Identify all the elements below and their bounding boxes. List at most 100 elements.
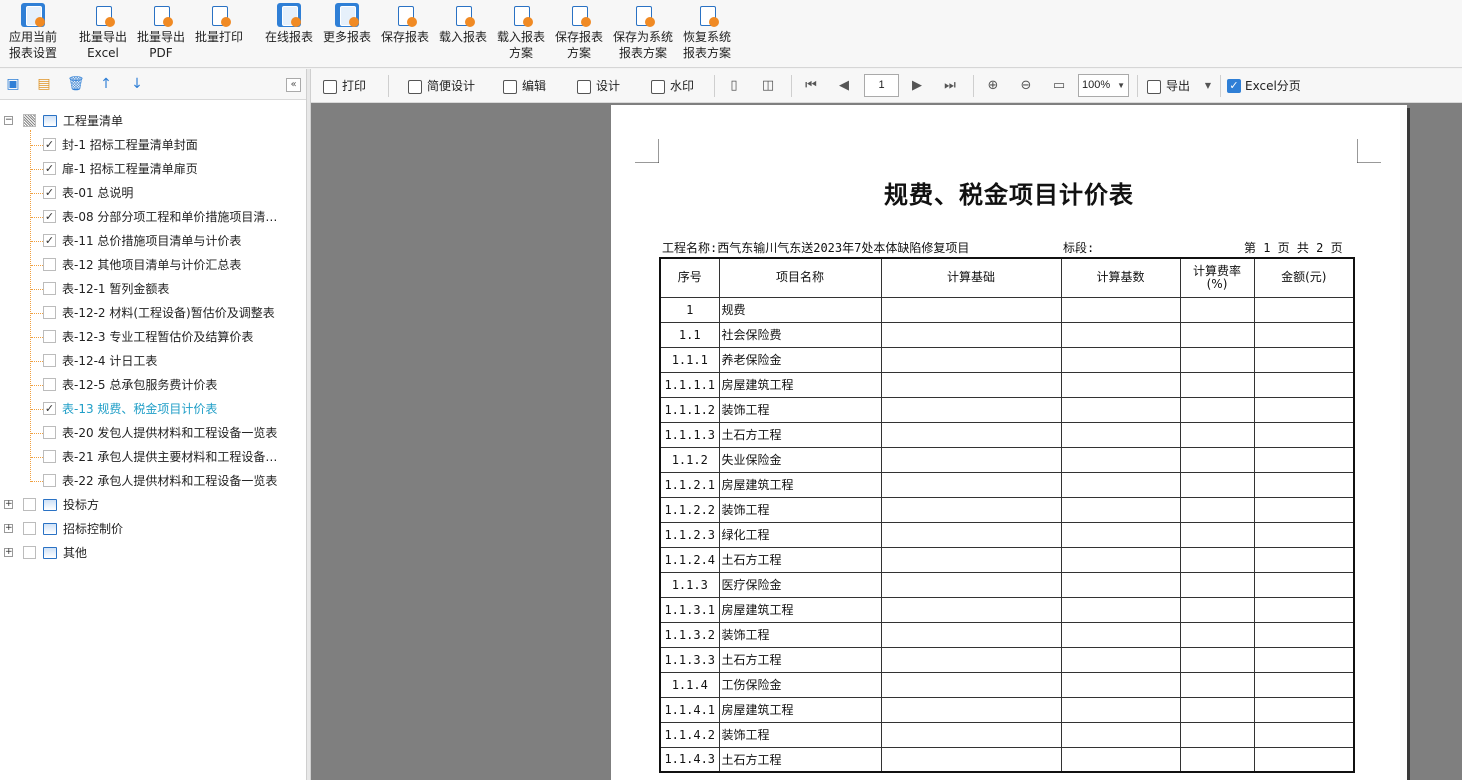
expand-expander-icon[interactable]: + <box>4 548 13 557</box>
item-name: 房屋建筑工程 <box>718 371 882 398</box>
load-report-button[interactable]: 载入报表 <box>436 0 490 68</box>
tree-checkbox[interactable] <box>43 330 56 343</box>
tree-checkbox[interactable]: ✓ <box>43 162 56 175</box>
online-report-button[interactable]: 在线报表 <box>262 0 316 68</box>
tree-checkbox[interactable] <box>43 450 56 463</box>
print-button[interactable]: 打印 <box>323 69 366 103</box>
move-up-icon[interactable]: ↑ <box>98 76 114 92</box>
tree-checkbox[interactable] <box>23 114 36 127</box>
save-report-scheme-button[interactable]: 保存报表 方案 <box>552 0 606 68</box>
crop-mark <box>635 139 659 163</box>
tree-item[interactable]: 表-12-2 材料(工程设备)暂估价及调整表 <box>0 302 306 324</box>
tree-item[interactable]: 表-12-1 暂列金额表 <box>0 278 306 300</box>
watermark-button[interactable]: 水印 <box>651 69 694 103</box>
collapse-panel-button[interactable]: « <box>286 78 301 92</box>
empty-cell <box>1179 671 1255 698</box>
ribbon-toolbar: 应用当前 报表设置 批量导出 Excel 批量导出 PDF 批量打印 在线报表 … <box>0 0 1462 68</box>
empty-cell <box>1253 496 1355 523</box>
excel-paging-checkbox[interactable]: ✓ <box>1227 79 1241 93</box>
save-report-button[interactable]: 保存报表 <box>378 0 432 68</box>
restore-scheme-icon <box>695 3 719 27</box>
tree-checkbox[interactable]: ✓ <box>43 402 56 415</box>
next-page-icon[interactable]: ▶ <box>908 77 926 95</box>
tree-checkbox[interactable] <box>43 306 56 319</box>
prev-page-icon[interactable]: ◀ <box>835 77 853 95</box>
tree-item[interactable]: ✓ 封-1 招标工程量清单封面 <box>0 134 306 156</box>
two-page-icon[interactable]: ◫ <box>759 77 777 95</box>
fit-width-icon[interactable]: ▭ <box>1050 77 1068 95</box>
design-button[interactable]: 设计 <box>577 69 620 103</box>
tree-item[interactable]: ✓ 表-08 分部分项工程和单价措施项目清… <box>0 206 306 228</box>
empty-cell <box>1253 521 1355 548</box>
batch-export-pdf-button[interactable]: 批量导出 PDF <box>134 0 188 68</box>
add-report-icon[interactable]: ▣ <box>5 76 21 92</box>
empty-cell <box>1179 746 1255 773</box>
tree-item[interactable]: ✓ 表-11 总价措施项目清单与计价表 <box>0 230 306 252</box>
tree-item[interactable]: 表-20 发包人提供材料和工程设备一览表 <box>0 422 306 444</box>
tree-item[interactable]: 表-12 其他项目清单与计价汇总表 <box>0 254 306 276</box>
edit-button[interactable]: 编辑 <box>503 69 546 103</box>
save-as-system-scheme-button[interactable]: 保存为系统 报表方案 <box>611 0 675 68</box>
tree-checkbox[interactable] <box>43 354 56 367</box>
empty-cell <box>1253 471 1355 498</box>
zoom-select[interactable]: 100% ▼ <box>1078 74 1129 97</box>
tree-item[interactable]: 表-22 承包人提供材料和工程设备一览表 <box>0 470 306 492</box>
tree-node-bidder[interactable]: + 投标方 <box>0 494 306 516</box>
tree-item[interactable]: ✓ 扉-1 招标工程量清单扉页 <box>0 158 306 180</box>
tree-checkbox[interactable]: ✓ <box>43 210 56 223</box>
tree-item[interactable]: 表-12-5 总承包服务费计价表 <box>0 374 306 396</box>
zoom-out-icon[interactable]: ⊖ <box>1017 77 1035 95</box>
chevron-down-icon: ▼ <box>1117 81 1125 90</box>
zoom-in-icon[interactable]: ⊕ <box>984 77 1002 95</box>
empty-cell <box>1253 346 1355 373</box>
report-folder-icon <box>43 523 57 535</box>
tree-node-bill-of-quantities[interactable]: − 工程量清单 <box>0 110 306 132</box>
export-dropdown-icon[interactable]: ▼ <box>1199 77 1217 95</box>
tree-checkbox[interactable] <box>43 474 56 487</box>
empty-cell <box>1060 371 1181 398</box>
restore-system-scheme-button[interactable]: 恢复系统 报表方案 <box>680 0 734 68</box>
tree-checkbox[interactable] <box>23 522 36 535</box>
tree-node-bid-control-price[interactable]: + 招标控制价 <box>0 518 306 540</box>
single-page-icon[interactable]: ▯ <box>725 77 743 95</box>
more-reports-button[interactable]: 更多报表 <box>320 0 374 68</box>
move-down-icon[interactable]: ↓ <box>129 76 145 92</box>
tree-checkbox[interactable] <box>43 282 56 295</box>
preview-canvas[interactable]: 规费、税金项目计价表 工程名称:西气东输川气东送2023年7处本体缺陷修复项目 … <box>311 103 1462 780</box>
expand-expander-icon[interactable]: + <box>4 524 13 533</box>
empty-cell <box>880 596 1062 623</box>
apply-settings-icon <box>21 3 45 27</box>
first-page-icon[interactable]: ⏮ <box>802 77 820 95</box>
tree-item[interactable]: 表-12-4 计日工表 <box>0 350 306 372</box>
toolbar-separator <box>714 75 715 97</box>
page-number-input[interactable]: 1 <box>864 74 899 97</box>
tree-checkbox[interactable]: ✓ <box>43 138 56 151</box>
last-page-icon[interactable]: ⏭ <box>941 77 959 95</box>
tree-checkbox[interactable] <box>23 546 36 559</box>
load-report-scheme-button[interactable]: 载入报表 方案 <box>494 0 548 68</box>
tree-item[interactable]: 表-12-3 专业工程暂估价及结算价表 <box>0 326 306 348</box>
collapse-expander-icon[interactable]: − <box>4 116 13 125</box>
export-button[interactable]: 导出 <box>1147 69 1190 103</box>
expand-expander-icon[interactable]: + <box>4 500 13 509</box>
tree-checkbox[interactable] <box>43 378 56 391</box>
table-row: 1.1.2.4 土石方工程 <box>659 546 1355 573</box>
empty-cell <box>1060 671 1181 698</box>
tree-checkbox[interactable] <box>43 258 56 271</box>
tree-checkbox[interactable]: ✓ <box>43 234 56 247</box>
empty-cell <box>1253 596 1355 623</box>
tree-node-other[interactable]: + 其他 <box>0 542 306 564</box>
delete-icon[interactable]: 🗑 <box>67 76 85 92</box>
apply-report-settings-button[interactable]: 应用当前 报表设置 <box>6 0 60 68</box>
simple-design-button[interactable]: 简便设计 <box>408 69 475 103</box>
tree-checkbox[interactable]: ✓ <box>43 186 56 199</box>
tree-item-selected[interactable]: ✓ 表-13 规费、税金项目计价表 <box>0 398 306 420</box>
tree-item[interactable]: ✓ 表-01 总说明 <box>0 182 306 204</box>
tree-item[interactable]: 表-21 承包人提供主要材料和工程设备… <box>0 446 306 468</box>
add-folder-icon[interactable]: ▤ <box>36 76 52 92</box>
empty-cell <box>1060 521 1181 548</box>
batch-export-excel-button[interactable]: 批量导出 Excel <box>76 0 130 68</box>
tree-checkbox[interactable] <box>23 498 36 511</box>
tree-checkbox[interactable] <box>43 426 56 439</box>
batch-print-button[interactable]: 批量打印 <box>192 0 246 68</box>
